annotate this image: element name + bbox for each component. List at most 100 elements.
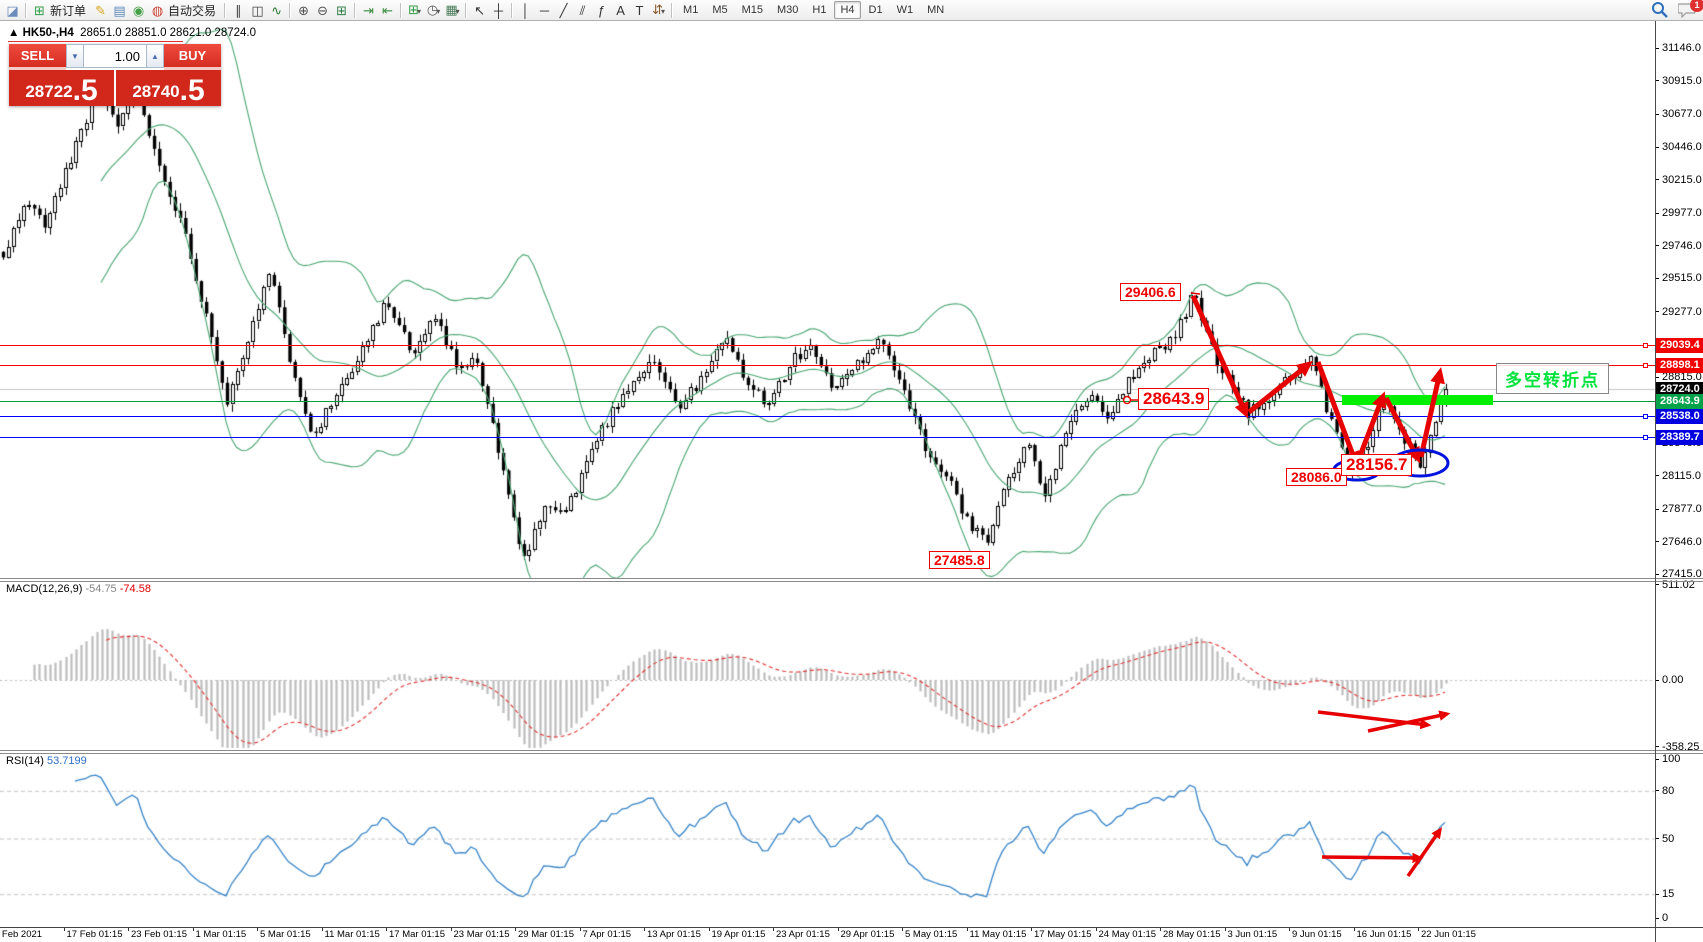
buy-button[interactable]: BUY [164,44,221,70]
main-toolbar: ◪⊞新订单✎▤◉◍自动交易∥◫∿⊕⊖⊞⇥⇤⊞▾◷▾▦▾↖┼│─╱⫽ƒAT⇵▾M1… [0,0,1703,21]
templates-icon[interactable]: ▦▾ [443,0,462,21]
vline-icon[interactable]: │ [516,1,535,20]
new-order-icon[interactable]: ⊞ [30,1,49,20]
macd-pane-separator[interactable] [0,578,1703,579]
price-tick-label: 29277.0 [1662,306,1702,318]
timeframe-D1[interactable]: D1 [863,1,889,19]
chart-canvas[interactable] [0,0,1703,942]
line-chart-icon[interactable]: ∿ [267,1,286,20]
pivot-note-label[interactable]: 多空转折点 [1496,363,1609,394]
chat-icon[interactable]: 1 [1678,2,1697,23]
toolbar-separator [25,3,27,18]
volume-decrease-button[interactable]: ▼ [66,44,84,68]
new-order-label[interactable]: 新订单 [50,2,86,19]
timeframe-H4[interactable]: H4 [834,1,860,19]
trendline-icon[interactable]: ╱ [554,1,573,20]
autotrade-icon[interactable]: ◍ [148,1,167,20]
toolbar-separator [289,3,291,18]
time-label: 7 Apr 01:15 [583,929,632,940]
toolbar-separator [465,3,467,18]
signal-icon[interactable]: ◉ [129,1,148,20]
price-badge-28538.0: 28538.0 [1656,409,1703,424]
toolbar-items: ◪⊞新订单✎▤◉◍自动交易∥◫∿⊕⊖⊞⇥⇤⊞▾◷▾▦▾↖┼│─╱⫽ƒAT⇵▾M1… [3,0,951,21]
indicators-icon[interactable]: ⊞▾ [405,0,424,21]
level-handle[interactable] [1643,363,1648,368]
sell-price-main: 28722 [25,79,72,105]
time-label: 17 Mar 01:15 [389,929,445,940]
sell-price[interactable]: 28722 .5 [9,70,114,106]
rsi-pane-separator[interactable] [0,750,1703,751]
rsi-scale-label: 50 [1662,833,1674,845]
timeframe-W1[interactable]: W1 [891,1,920,19]
crayon-icon[interactable]: ✎ [91,1,110,20]
horizontal-level-28538[interactable] [0,416,1655,417]
symbol-name: HK50-,H4 [23,27,74,39]
autoscroll-icon[interactable]: ⇥ [359,1,378,20]
tile-windows-icon[interactable]: ⊞ [332,1,351,20]
candlestick-icon[interactable]: ◫ [248,1,267,20]
timeframe-MN[interactable]: MN [921,1,950,19]
time-label: 23 Apr 01:15 [776,929,830,940]
autotrade-label[interactable]: 自动交易 [168,2,216,19]
buy-price-main: 28740 [132,79,179,105]
level-handle[interactable] [1643,343,1648,348]
time-label: 11 May 01:15 [970,929,1027,940]
chart-shift-icon[interactable]: ⇤ [378,1,397,20]
annotation-price-label[interactable]: 27485.8 [929,551,990,569]
terminal-icon[interactable]: ▤ [110,1,129,20]
volume-input[interactable]: 1.00 [84,44,146,68]
fibonacci-icon[interactable]: ƒ [592,1,611,20]
highlight-rectangle[interactable] [1342,395,1493,405]
toolbar-right: 1 [1651,1,1697,23]
sell-price-fraction: .5 [73,77,98,105]
price-tick-label: 30215.0 [1662,174,1702,186]
rsi-scale-label: 80 [1662,785,1674,797]
rsi-value: 53.7199 [47,755,87,767]
price-tick-label: 27877.0 [1662,503,1702,515]
search-icon[interactable] [1651,1,1668,23]
horizontal-level-29039.4[interactable] [0,345,1655,346]
timeframe-H1[interactable]: H1 [806,1,832,19]
timeframe-M1[interactable]: M1 [677,1,704,19]
level-handle[interactable] [1643,414,1648,419]
annotation-price-label[interactable]: 28643.9 [1138,388,1209,410]
horizontal-level-28898.1[interactable] [0,365,1655,366]
bar-chart-icon[interactable]: ∥ [229,1,248,20]
channel-icon[interactable]: ⫽ [573,1,592,20]
text-icon[interactable]: A [611,1,630,20]
macd-indicator-label: MACD(12,26,9) -54.75 -74.58 [6,583,151,595]
price-badge-28389.7: 28389.7 [1656,430,1703,445]
rsi-indicator-label: RSI(14) 53.7199 [6,755,87,767]
annotation-price-label[interactable]: 28086.0 [1286,468,1347,486]
timeframe-M5[interactable]: M5 [706,1,733,19]
horizontal-level-28389.7[interactable] [0,437,1655,438]
symbol-marker-icon: ▲ [8,27,19,39]
hline-icon[interactable]: ─ [535,1,554,20]
macd-value: -54.75 [85,583,116,595]
level-handle[interactable] [1643,435,1648,440]
timeframe-M30[interactable]: M30 [771,1,804,19]
toolbar-separator [400,3,402,18]
time-label: 8 Feb 2021 [0,929,42,940]
sell-button[interactable]: SELL [9,44,66,70]
clock-icon[interactable]: ◷▾ [424,0,443,21]
buy-price[interactable]: 28740 .5 [116,70,221,106]
toolbar-separator [224,3,226,18]
time-axis-separator [0,927,1703,928]
time-label: 29 Mar 01:15 [518,929,574,940]
price-tick-label: 29977.0 [1662,207,1702,219]
price-badge-29039.4: 29039.4 [1656,338,1703,353]
zoom-in-icon[interactable]: ⊕ [294,1,313,20]
cursor-icon[interactable]: ↖ [470,1,489,20]
timeframe-M15[interactable]: M15 [736,1,769,19]
toolbar-separator [511,3,513,18]
arrows-icon[interactable]: ⇵▾ [649,0,668,21]
annotation-price-label[interactable]: 29406.6 [1120,283,1181,301]
annotation-price-label[interactable]: 28156.7 [1341,454,1412,476]
zoom-out-icon[interactable]: ⊖ [313,1,332,20]
label-icon[interactable]: T [630,1,649,20]
volume-increase-button[interactable]: ▲ [146,44,164,68]
crosshair-icon[interactable]: ┼ [489,1,508,20]
time-label: 23 Mar 01:15 [454,929,510,940]
chart-window-icon[interactable]: ◪ [3,1,22,20]
